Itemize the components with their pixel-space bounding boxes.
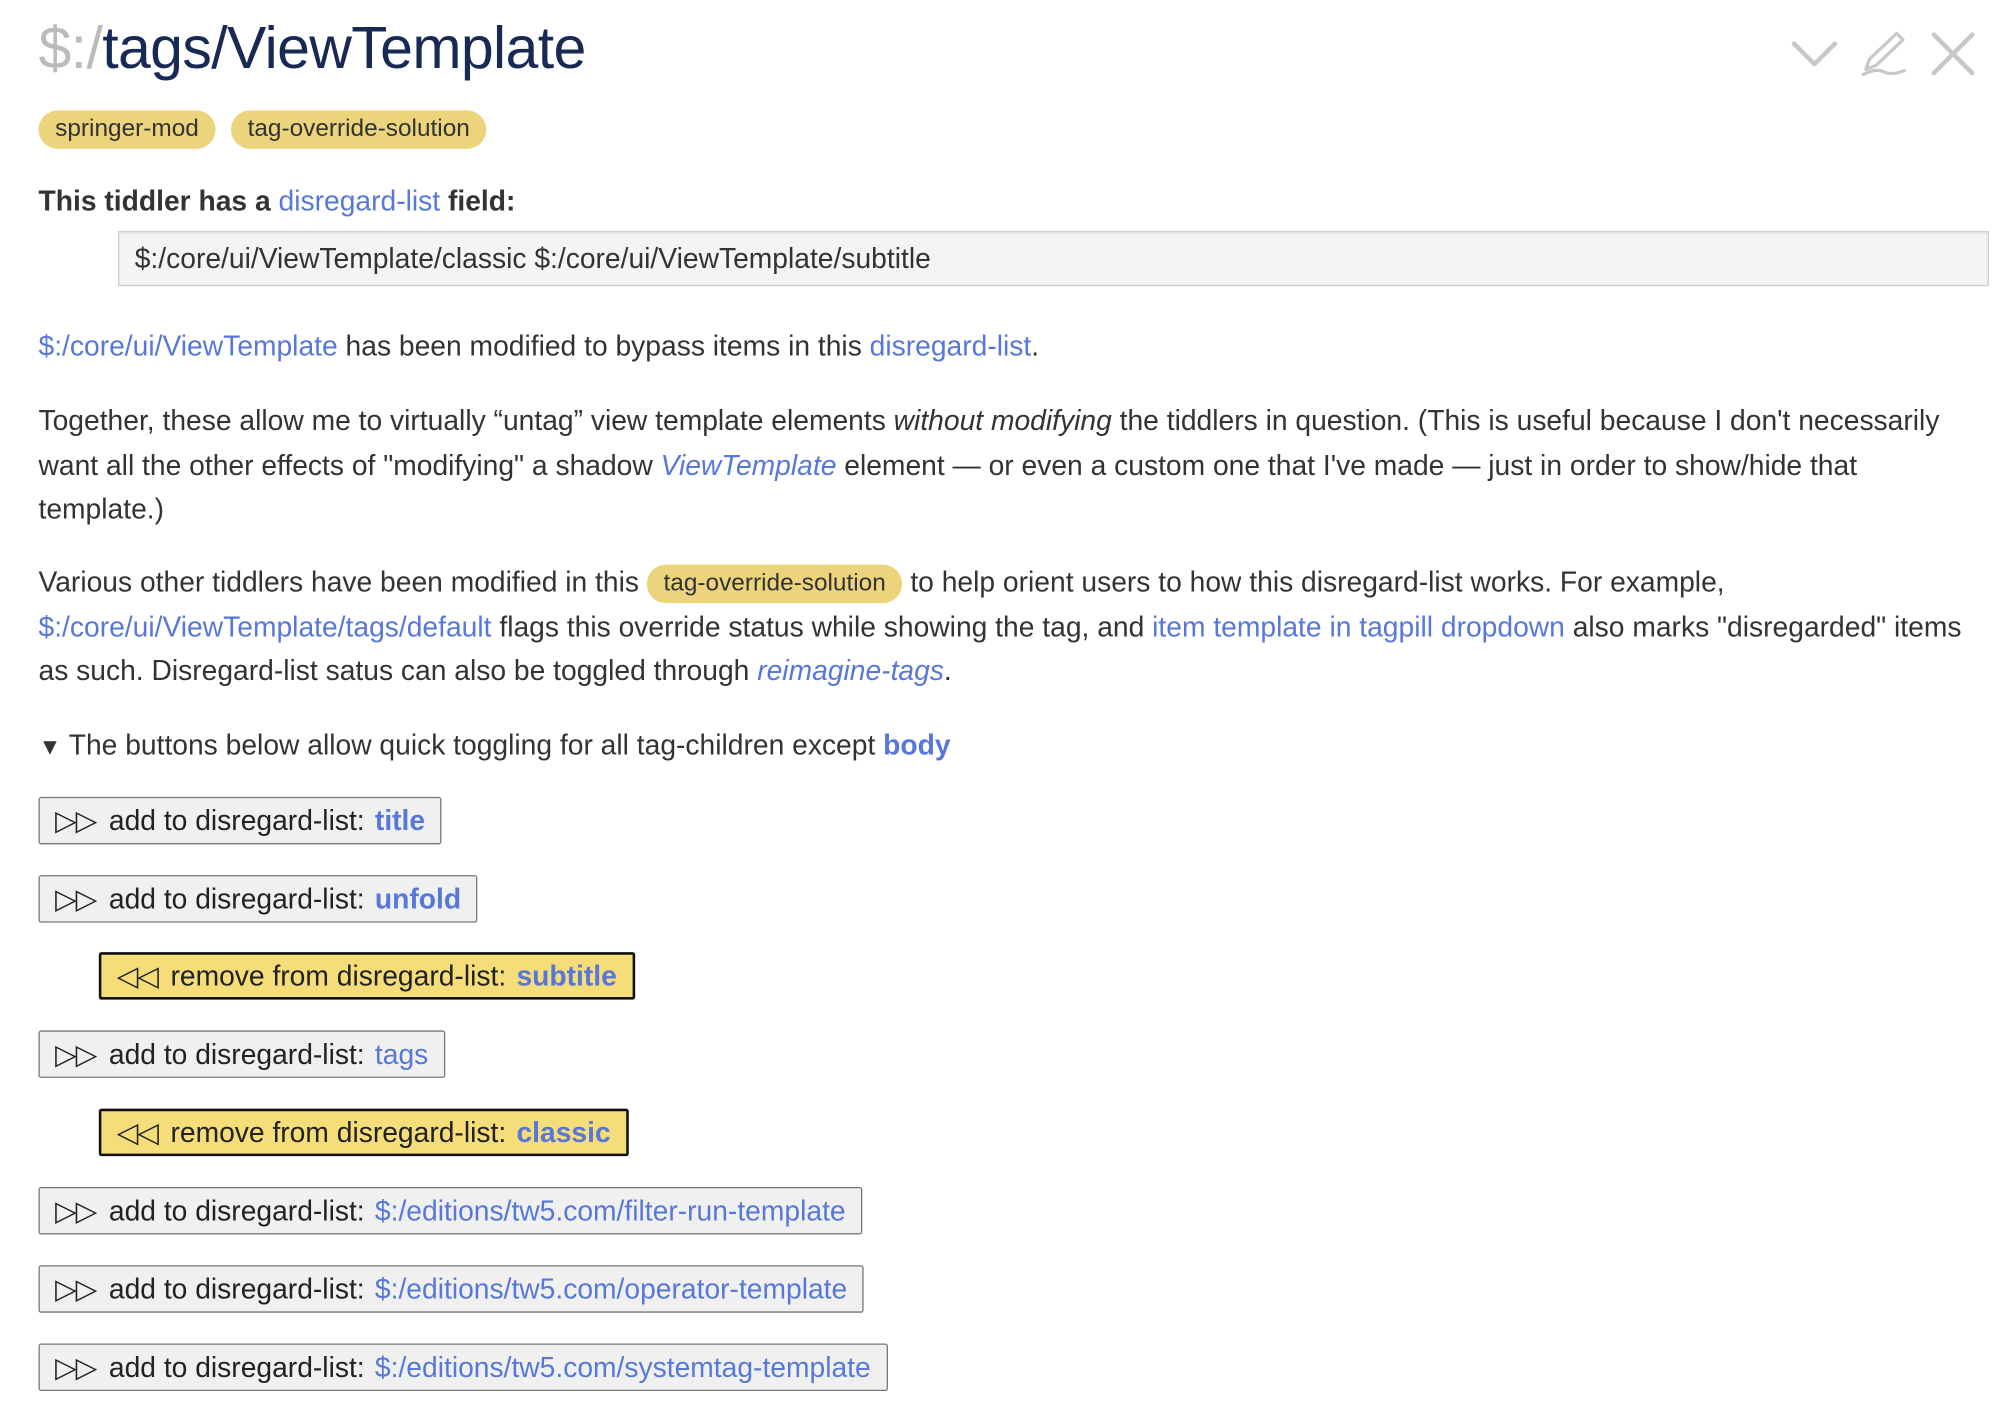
text-span: . — [943, 654, 952, 687]
double-triangle-right-icon: ▷▷ — [55, 1350, 97, 1383]
title-prefix: $:/ — [38, 14, 103, 81]
double-triangle-right-icon: ▷▷ — [55, 1037, 97, 1070]
paragraph-untag: Together, these allow me to virtually “u… — [38, 399, 1986, 532]
button-target: subtitle — [516, 959, 617, 992]
field-label-pre: This tiddler has a — [38, 184, 279, 217]
disregard-list-link[interactable]: disregard-list — [279, 185, 441, 217]
button-target: $:/editions/tw5.com/filter-run-template — [374, 1194, 846, 1227]
title-main: tags/ViewTemplate — [102, 14, 586, 81]
chevron-down-icon[interactable] — [1789, 28, 1840, 79]
reimagine-tags-link[interactable]: reimagine-tags — [757, 654, 944, 686]
close-icon[interactable] — [1927, 28, 1978, 79]
text-span: has been modified to bypass items in thi… — [337, 329, 870, 362]
double-triangle-right-icon: ▷▷ — [55, 803, 97, 837]
body-link[interactable]: body — [883, 729, 950, 761]
button-target: tags — [374, 1037, 429, 1070]
button-target: classic — [516, 1115, 611, 1148]
button-label: add to disregard-list: — [108, 803, 365, 837]
disregard-toggle-button[interactable]: ▷▷ add to disregard-list: unfold — [38, 875, 478, 923]
summary-text: The buttons below allow quick toggling f… — [61, 728, 884, 761]
text-span: Together, these allow me to virtually “u… — [38, 404, 894, 437]
details-summary[interactable]: ▼ The buttons below allow quick toggling… — [38, 724, 1986, 770]
text-span: flags this override status while showing… — [491, 610, 1153, 643]
viewtemplate-link[interactable]: $:/core/ui/ViewTemplate — [38, 330, 337, 362]
double-triangle-right-icon: ▷▷ — [55, 1194, 97, 1227]
tiddler: $:/tags/ViewTemplate springer-mod tag-ov… — [0, 0, 2012, 1418]
double-triangle-left-icon: ◁◁ — [116, 959, 159, 992]
field-label-post: field: — [440, 184, 516, 217]
tiddler-controls — [1789, 28, 1979, 79]
triangle-down-icon[interactable]: ▼ — [38, 734, 61, 760]
disregard-toggle-button-active[interactable]: ◁◁ remove from disregard-list: subtitle — [98, 952, 635, 1000]
button-label: add to disregard-list: — [108, 1037, 365, 1070]
button-label: add to disregard-list: — [108, 1272, 365, 1305]
tag-pill[interactable]: springer-mod — [38, 110, 216, 149]
edit-icon[interactable] — [1858, 28, 1909, 79]
disregard-toggle-button[interactable]: ▷▷ add to disregard-list: $:/editions/tw5.… — [38, 1343, 888, 1391]
tag-pill[interactable]: tag-override-solution — [230, 110, 487, 149]
disregard-list-field: $:/core/ui/ViewTemplate/classic $:/core/… — [118, 230, 1989, 287]
button-label: add to disregard-list: — [108, 1194, 365, 1227]
double-triangle-left-icon: ◁◁ — [116, 1115, 159, 1148]
paragraph-modified: $:/core/ui/ViewTemplate has been modifie… — [38, 325, 1986, 369]
inline-tag-pill[interactable]: tag-override-solution — [646, 564, 903, 604]
paragraph-various: Various other tiddlers have been modifie… — [38, 561, 1986, 694]
viewtemplate-shadow-link[interactable]: ViewTemplate — [661, 448, 837, 480]
field-label: This tiddler has a disregard-list field: — [38, 180, 1986, 224]
emphasis-text: without modifying — [893, 404, 1112, 437]
button-target: $:/editions/tw5.com/systemtag-template — [374, 1350, 871, 1383]
button-label: remove from disregard-list: — [170, 1115, 507, 1148]
button-target: title — [374, 803, 426, 837]
button-target: $:/editions/tw5.com/operator-template — [374, 1272, 848, 1305]
button-target: unfold — [374, 882, 462, 915]
button-label: remove from disregard-list: — [170, 959, 507, 992]
disregard-toggle-button-active[interactable]: ◁◁ remove from disregard-list: classic — [98, 1108, 629, 1157]
text-span: to help orient users to how this disrega… — [902, 565, 1725, 598]
disregard-toggle-button[interactable]: ▷▷ add to disregard-list: title — [38, 796, 442, 845]
disregard-toggle-button[interactable]: ▷▷ add to disregard-list: $:/editions/tw5.… — [38, 1265, 864, 1313]
double-triangle-right-icon: ▷▷ — [55, 1272, 97, 1305]
tiddler-title: $:/tags/ViewTemplate — [38, 13, 586, 82]
text-span: . — [1031, 329, 1040, 362]
text-span: Various other tiddlers have been modifie… — [38, 565, 647, 598]
disregard-list-link[interactable]: disregard-list — [870, 330, 1032, 362]
double-triangle-right-icon: ▷▷ — [55, 882, 97, 915]
disregard-toggle-button[interactable]: ▷▷ add to disregard-list: tags — [38, 1030, 445, 1078]
disregard-toggle-button[interactable]: ▷▷ add to disregard-list: $:/editions/tw5.… — [38, 1186, 863, 1235]
tagpill-dropdown-link[interactable]: item template in tagpill dropdown — [1152, 610, 1565, 642]
button-label: add to disregard-list: — [108, 882, 365, 915]
tag-list: springer-mod tag-override-solution — [38, 110, 487, 149]
tags-default-link[interactable]: $:/core/ui/ViewTemplate/tags/default — [38, 610, 491, 642]
button-label: add to disregard-list: — [108, 1350, 365, 1383]
